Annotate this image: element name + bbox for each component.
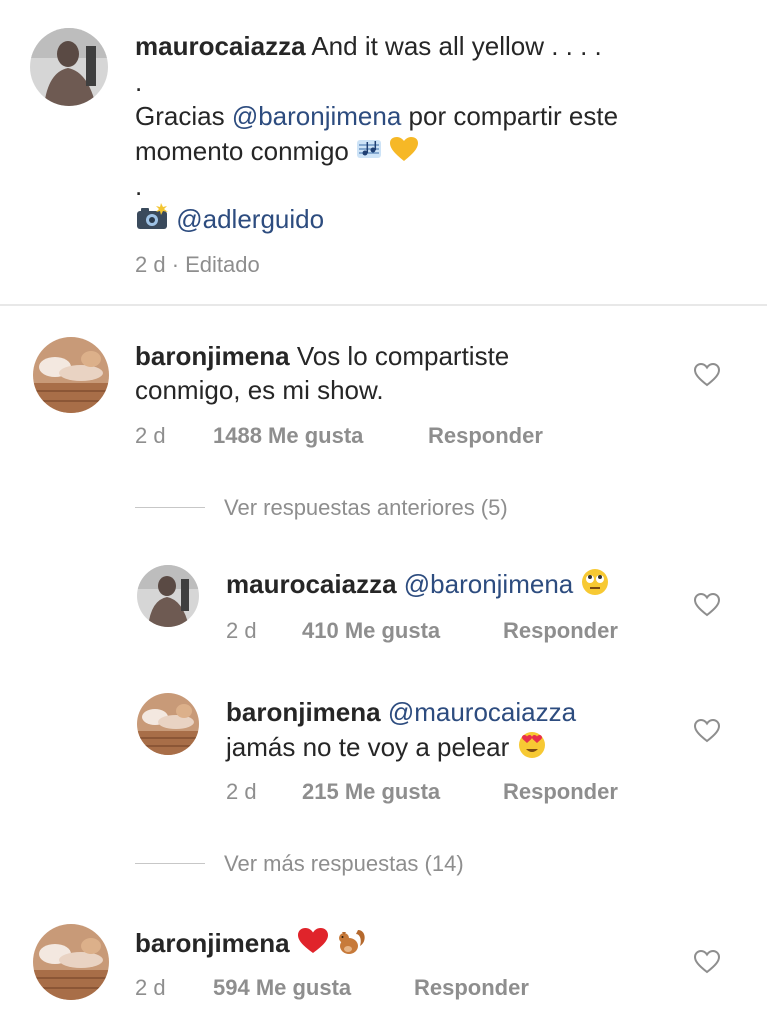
replies-divider-line [135,507,205,508]
section-divider [0,304,767,306]
like-comment-1-heart-outline-icon[interactable] [693,362,721,388]
caption-line-1: maurocaiazza And it was all yellow . . .… [135,28,735,64]
caption-time: 2 d · Editado [135,252,260,277]
reply-2-text: jamás no te voy a pelear [226,732,510,762]
camera-flash-icon [135,202,169,240]
caption-line-4: momento conmigo [135,133,419,171]
caption-gracias: Gracias [135,101,225,131]
view-previous-replies[interactable]: Ver respuestas anteriores (5) [224,495,508,521]
comment-1-line-1: baronjimena Vos lo compartiste [135,338,675,374]
red-heart-icon [297,927,329,964]
heart-eyes-emoji-icon [517,730,547,769]
reply-2-likes[interactable]: 215 Me gusta [302,779,440,805]
avatar-maurocaiazza-reply[interactable] [137,565,199,627]
eye-roll-emoji-icon [580,567,610,606]
comment-2-reply-button[interactable]: Responder [414,975,529,1001]
like-comment-2-heart-outline-icon[interactable] [693,949,721,975]
comment-1-text-2: conmigo, es mi show. [135,375,384,405]
comment-2-time: 2 d [135,975,166,1000]
caption-dot-2: . [135,171,143,201]
reply-1-username[interactable]: maurocaiazza [226,569,397,599]
caption-line-3: Gracias @baronjimena por compartir este [135,98,735,134]
comment-1-username[interactable]: baronjimena [135,341,290,371]
avatar-baronjimena-2[interactable] [33,924,109,1000]
music-notes-icon [356,135,382,171]
caption-photo-credit-line: @adlerguido [135,201,324,240]
comment-1-reply-button[interactable]: Responder [428,423,543,449]
avatar-maurocaiazza[interactable] [30,28,108,106]
yellow-heart-icon [389,135,419,171]
reply-2-line-2: jamás no te voy a pelear [226,729,547,769]
avatar-baronjimena[interactable] [33,337,109,413]
comment-2-line: baronjimena [135,925,675,965]
caption-line4-text: momento conmigo [135,136,349,166]
reply-2-username[interactable]: baronjimena [226,697,381,727]
reply-1-reply-button[interactable]: Responder [503,618,618,644]
comment-1-time: 2 d [135,423,166,448]
reply-2-reply-button[interactable]: Responder [503,779,618,805]
avatar-baronjimena-reply[interactable] [137,693,199,755]
reply-1-mention[interactable]: @baronjimena [404,569,573,599]
caption-rest: por compartir este [408,101,619,131]
reply-1-line: maurocaiazza @baronjimena [226,566,686,606]
reply-1-time: 2 d [226,618,257,643]
comment-2-likes[interactable]: 594 Me gusta [213,975,351,1001]
caption-mention[interactable]: @baronjimena [232,101,401,131]
caption-text: And it was all yellow . . . . [311,31,602,61]
comment-2-username[interactable]: baronjimena [135,928,290,958]
reply-2-line-1: baronjimena @maurocaiazza [226,694,686,730]
comment-1-text-1: Vos lo compartiste [296,341,510,371]
squirrel-icon [336,926,368,965]
more-replies-divider-line [135,863,205,864]
caption-username[interactable]: maurocaiazza [135,31,306,61]
comment-1-likes[interactable]: 1488 Me gusta [213,423,363,449]
reply-2-mention[interactable]: @maurocaiazza [388,697,576,727]
view-more-replies[interactable]: Ver más respuestas (14) [224,851,464,877]
like-reply-2-heart-outline-icon[interactable] [693,718,721,744]
reply-1-likes[interactable]: 410 Me gusta [302,618,440,644]
caption-dot-1: . [135,67,143,97]
photo-credit-mention[interactable]: @adlerguido [176,204,324,234]
reply-2-time: 2 d [226,779,257,804]
like-reply-1-heart-outline-icon[interactable] [693,592,721,618]
